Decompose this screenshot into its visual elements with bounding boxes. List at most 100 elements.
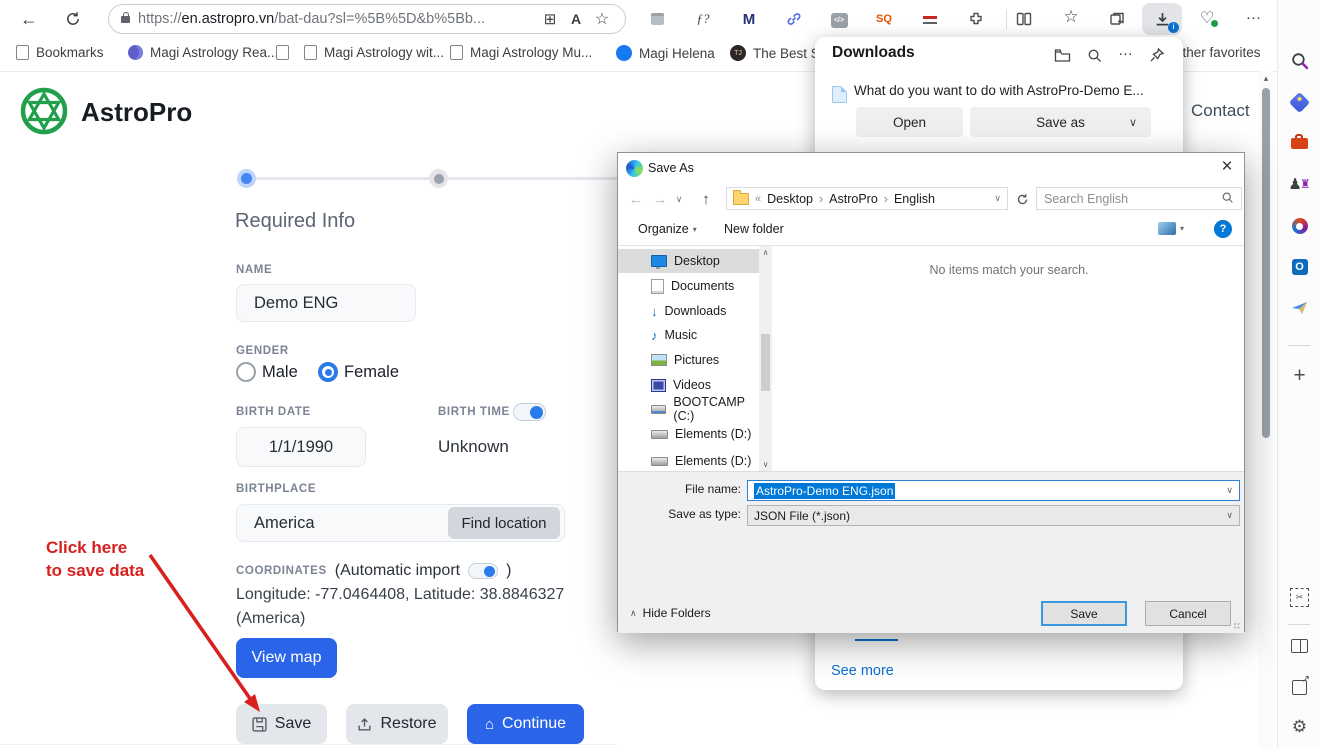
save-as-type-select[interactable]: JSON File (*.json) ∨ bbox=[747, 505, 1240, 526]
file-list-area[interactable]: No items match your search. bbox=[774, 246, 1244, 471]
sidebar-item-documents[interactable]: Documents bbox=[618, 274, 759, 298]
contact-link[interactable]: Contact bbox=[1191, 101, 1250, 121]
dialog-close-icon[interactable]: × bbox=[1214, 155, 1240, 179]
crumb-astropro[interactable]: AstroPro bbox=[829, 192, 878, 206]
continue-button[interactable]: ⌂ Continue bbox=[467, 704, 584, 744]
sidebar-item-elements-2[interactable]: Elements (D:) bbox=[618, 449, 759, 471]
dialog-refresh-icon[interactable] bbox=[1012, 189, 1032, 209]
sidebar-item-desktop[interactable]: Desktop bbox=[618, 249, 759, 273]
restore-button[interactable]: Restore bbox=[346, 704, 448, 744]
extension-package-icon[interactable] bbox=[648, 10, 666, 28]
tools-icon[interactable] bbox=[1278, 128, 1320, 158]
split-screen-icon[interactable] bbox=[1015, 10, 1033, 28]
refresh-icon[interactable] bbox=[62, 8, 84, 30]
sidebar-settings-icon[interactable]: ⚙ bbox=[1278, 712, 1320, 742]
split-window-icon[interactable]: ⊞ bbox=[537, 10, 563, 28]
nav-history-chevron-icon[interactable]: ∨ bbox=[672, 192, 686, 206]
name-input[interactable]: Demo ENG bbox=[236, 284, 416, 322]
microsoft365-icon[interactable] bbox=[1278, 211, 1320, 241]
save-as-download-button[interactable]: Save as ∨ bbox=[970, 107, 1151, 137]
extensions-puzzle-icon[interactable] bbox=[967, 10, 985, 28]
type-chevron-icon[interactable]: ∨ bbox=[1226, 510, 1233, 521]
favorite-star-icon[interactable]: ☆ bbox=[589, 9, 615, 29]
nav-back-icon[interactable]: ← bbox=[626, 189, 646, 209]
gender-female-option[interactable]: Female bbox=[318, 362, 399, 382]
browser-essentials-icon[interactable]: ♡ bbox=[1198, 9, 1216, 27]
dialog-sidebar-scrollbar[interactable]: ∧ ∨ bbox=[759, 246, 772, 471]
link-extension-icon[interactable] bbox=[785, 10, 803, 28]
file-name-input[interactable]: AstroPro-Demo ENG.json ∨ bbox=[747, 480, 1240, 501]
crumb-english[interactable]: English bbox=[894, 192, 935, 206]
downloads-more-icon[interactable]: … bbox=[1115, 40, 1137, 60]
sidebar-item-elements[interactable]: Elements (D:) bbox=[618, 422, 759, 446]
see-more-link[interactable]: See more bbox=[831, 663, 894, 679]
open-external-icon[interactable]: ↗ bbox=[1278, 672, 1320, 702]
scrollbar-thumb[interactable] bbox=[1262, 88, 1270, 438]
dialog-search-icon[interactable] bbox=[1221, 191, 1234, 207]
bookmark-the-best[interactable]: TJThe Best Sc bbox=[730, 45, 827, 61]
help-button[interactable]: ? bbox=[1214, 220, 1232, 238]
downloads-button[interactable]: i bbox=[1142, 3, 1182, 35]
open-download-button[interactable]: Open bbox=[856, 107, 963, 137]
new-folder-button[interactable]: New folder bbox=[724, 222, 784, 236]
gender-male-option[interactable]: Male bbox=[236, 362, 298, 382]
settings-more-icon[interactable]: … bbox=[1245, 6, 1263, 24]
truncated-link[interactable] bbox=[855, 636, 898, 641]
sidebar-item-videos[interactable]: Videos bbox=[618, 373, 759, 397]
crumb-desktop[interactable]: Desktop bbox=[767, 192, 813, 206]
favorites-icon[interactable]: ☆ bbox=[1062, 8, 1080, 26]
sq-extension-icon[interactable]: SQ bbox=[875, 10, 893, 28]
auto-import-toggle[interactable] bbox=[468, 563, 498, 579]
code-extension-icon[interactable]: </> bbox=[830, 11, 848, 29]
bookmark-magi-helena[interactable]: Magi Helena bbox=[616, 45, 715, 61]
sidebar-item-music[interactable]: ♪Music bbox=[618, 323, 759, 347]
view-mode-button[interactable]: ▾ bbox=[1158, 222, 1184, 235]
sidebar-search-icon[interactable] bbox=[1278, 45, 1320, 75]
shopping-icon[interactable] bbox=[1278, 87, 1320, 117]
dialog-search-box[interactable]: Search English bbox=[1036, 187, 1242, 210]
nav-forward-icon[interactable]: → bbox=[650, 189, 670, 209]
read-aloud-icon[interactable]: A bbox=[563, 11, 589, 27]
extension-fq-icon[interactable]: ƒ? bbox=[694, 10, 712, 28]
split-panel-icon[interactable] bbox=[1278, 631, 1320, 661]
dialog-cancel-button[interactable]: Cancel bbox=[1145, 601, 1231, 626]
scrollbar-up-icon[interactable]: ▴ bbox=[1259, 73, 1273, 84]
resize-grip[interactable] bbox=[1234, 623, 1241, 630]
breadcrumb[interactable]: « Desktop › AstroPro › English ∨ bbox=[726, 187, 1008, 210]
bookmark-magi-mu[interactable]: Magi Astrology Mu... bbox=[450, 45, 592, 60]
add-sidebar-item-icon[interactable]: + bbox=[1278, 361, 1320, 391]
back-icon[interactable]: ← bbox=[18, 8, 40, 30]
bookmark-magi-rea[interactable]: Magi Astrology Rea... bbox=[128, 45, 278, 60]
scroll-thumb[interactable] bbox=[761, 334, 770, 391]
sidebar-item-downloads[interactable]: ↓Downloads bbox=[618, 299, 759, 323]
sidebar-item-bootcamp[interactable]: BOOTCAMP (C:) bbox=[618, 397, 759, 421]
search-downloads-icon[interactable] bbox=[1083, 45, 1105, 65]
collapsed-crumbs-icon[interactable]: « bbox=[755, 193, 761, 205]
drop-icon[interactable] bbox=[1278, 293, 1320, 323]
bookmark-blank[interactable] bbox=[276, 45, 289, 60]
male-radio[interactable] bbox=[236, 362, 256, 382]
nav-up-icon[interactable]: ↑ bbox=[696, 189, 716, 209]
birth-date-input[interactable]: 1/1/1990 bbox=[236, 427, 366, 467]
collections-icon[interactable] bbox=[1108, 10, 1126, 28]
other-favorites[interactable]: Other favorites bbox=[1172, 45, 1261, 60]
address-bar[interactable]: https://en.astropro.vn/bat-dau?sl=%5B%5D… bbox=[108, 4, 626, 34]
list-extension-icon[interactable] bbox=[921, 11, 939, 29]
web-capture-icon[interactable]: ✂ bbox=[1278, 582, 1320, 612]
save-as-chevron-icon[interactable]: ∨ bbox=[1129, 116, 1137, 129]
page-scrollbar[interactable]: ▴ bbox=[1259, 71, 1273, 749]
scroll-up-icon[interactable]: ∧ bbox=[759, 248, 772, 257]
breadcrumb-chevron-icon[interactable]: ∨ bbox=[994, 193, 1001, 204]
female-radio[interactable] bbox=[318, 362, 338, 382]
organize-button[interactable]: Organize▾ bbox=[638, 222, 697, 236]
scroll-down-icon[interactable]: ∨ bbox=[759, 460, 772, 469]
bookmark-bookmarks[interactable]: Bookmarks bbox=[16, 45, 104, 60]
find-location-button[interactable]: Find location bbox=[448, 507, 560, 539]
birth-time-toggle[interactable] bbox=[513, 403, 546, 421]
open-downloads-folder-icon[interactable] bbox=[1051, 45, 1073, 65]
bookmark-magi-wit[interactable]: Magi Astrology wit... bbox=[304, 45, 444, 60]
dialog-save-button[interactable]: Save bbox=[1041, 601, 1127, 626]
pin-downloads-icon[interactable] bbox=[1146, 45, 1168, 65]
games-icon[interactable]: ♟♜ bbox=[1278, 169, 1320, 199]
malwarebytes-icon[interactable]: M bbox=[740, 10, 758, 28]
